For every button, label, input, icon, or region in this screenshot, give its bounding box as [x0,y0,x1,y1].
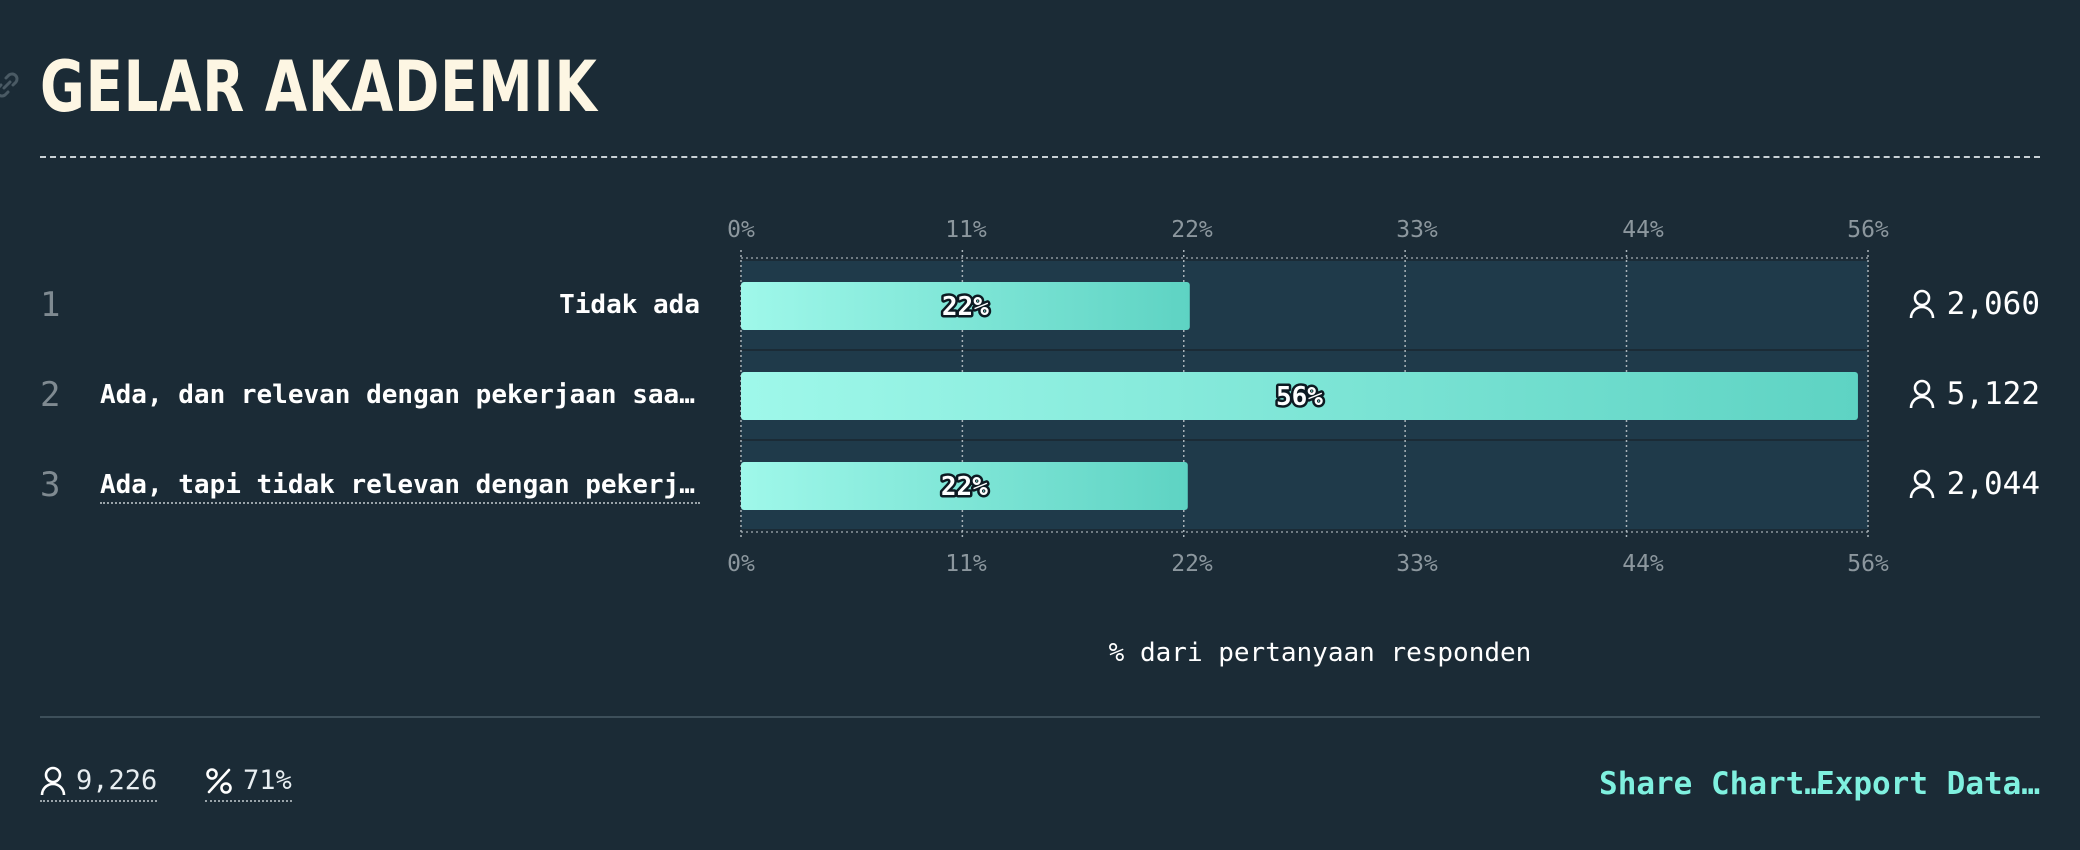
person-icon [40,766,66,795]
export-data-button[interactable]: Export Data… [1816,766,2040,802]
x-axis-title: % dari pertanyaan responden [1108,638,1532,668]
bar-chart: 22% 56% 22% [740,250,1869,540]
footer-divider [40,716,2040,718]
bar-value-label: 22% [941,472,988,502]
percent-icon [206,767,232,794]
person-icon [1909,289,1934,319]
count-value: 5,122 [1946,376,2040,412]
bar-value-label: 22% [942,292,989,322]
response-rate-stat[interactable]: 71% [205,765,292,802]
count-value: 2,044 [1946,466,2040,502]
person-icon [1909,469,1934,499]
person-icon [1909,379,1934,409]
count-badge: 5,122 [1909,376,2040,412]
count-badge: 2,044 [1909,466,2040,502]
response-rate-value: 71% [243,765,292,796]
count-badge: 2,060 [1909,286,2040,322]
count-value: 2,060 [1946,286,2040,322]
respondents-value: 9,226 [76,765,158,796]
respondents-stat[interactable]: 9,226 [40,765,158,802]
bar-value-label: 56% [1276,382,1323,412]
share-chart-button[interactable]: Share Chart… [1599,766,1823,802]
